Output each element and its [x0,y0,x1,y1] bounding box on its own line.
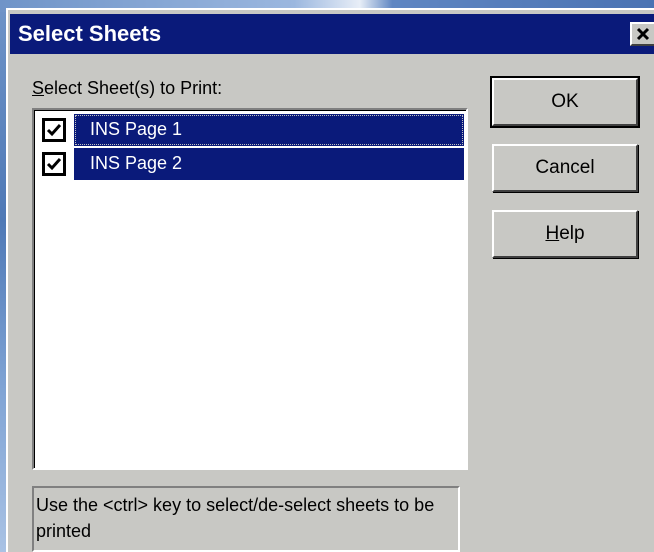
sheet-item-label[interactable]: INS Page 1 [74,114,464,146]
sheet-list[interactable]: INS Page 1 INS Page 2 [32,108,468,470]
list-item[interactable]: INS Page 2 [38,148,464,180]
select-sheets-dialog: Select Sheets Select Sheet(s) to Print: … [6,8,654,552]
sheet-list-label: Select Sheet(s) to Print: [32,78,222,99]
label-access-key: S [32,78,45,98]
cancel-button[interactable]: Cancel [492,144,638,192]
close-icon [636,27,650,41]
title-bar[interactable]: Select Sheets [10,14,654,54]
sheet-item-label[interactable]: INS Page 2 [74,148,464,180]
list-item[interactable]: INS Page 1 [38,114,464,146]
hint-text: Use the <ctrl> key to select/de-select s… [32,486,460,552]
checkmark-icon [46,124,62,137]
sheet-checkbox-2[interactable] [42,152,66,176]
close-button[interactable] [630,22,654,46]
help-button[interactable]: Help [492,210,638,258]
help-access-key: H [545,223,560,244]
checkmark-icon [46,158,62,171]
dialog-title: Select Sheets [18,21,162,46]
help-rest: elp [559,223,585,244]
label-rest: elect Sheet(s) to Print: [44,78,223,98]
sheet-checkbox-1[interactable] [42,118,66,142]
ok-button[interactable]: OK [490,76,640,128]
